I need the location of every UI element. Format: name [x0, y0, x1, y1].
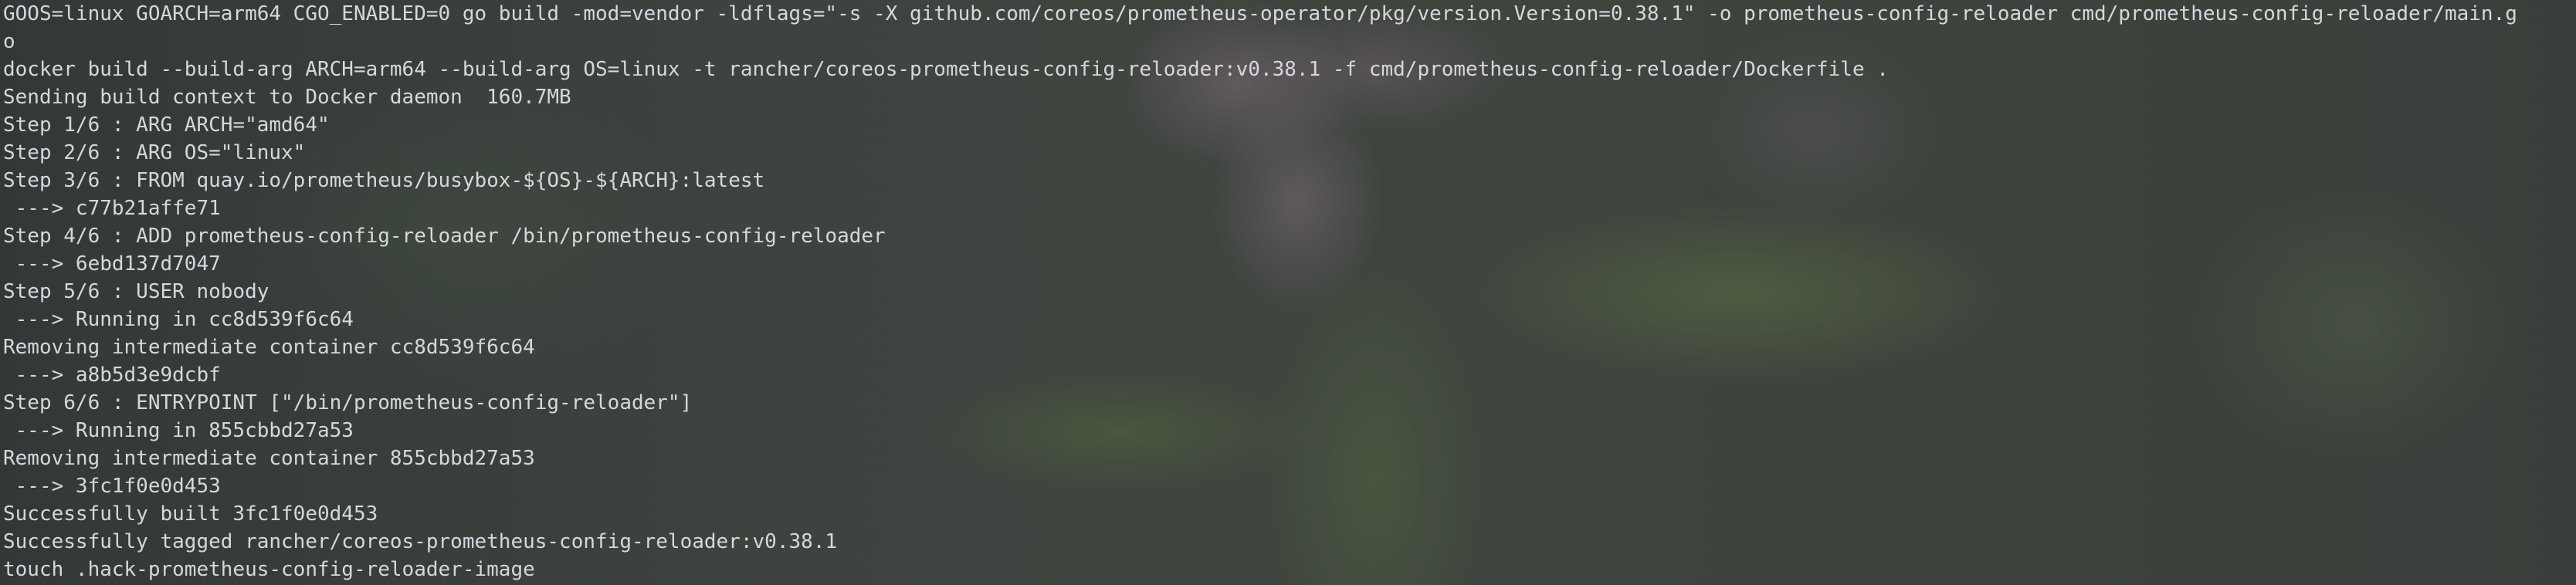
terminal-line: ---> Running in cc8d539f6c64 [3, 308, 354, 331]
terminal-line: Successfully built 3fc1f0e0d453 [3, 502, 378, 526]
terminal-line: ---> c77b21affe71 [3, 197, 221, 220]
terminal-line: Sending build context to Docker daemon 1… [3, 86, 571, 109]
terminal-line: ---> 6ebd137d7047 [3, 252, 221, 276]
terminal-line: ---> 3fc1f0e0d453 [3, 475, 221, 498]
terminal-line: o [3, 30, 15, 53]
terminal-line: GOOS=linux GOARCH=arm64 CGO_ENABLED=0 go… [3, 2, 2517, 25]
terminal-line: Step 6/6 : ENTRYPOINT ["/bin/prometheus-… [3, 391, 693, 414]
terminal-line: Removing intermediate container cc8d539f… [3, 336, 535, 359]
terminal-line: ---> Running in 855cbbd27a53 [3, 419, 354, 442]
terminal-line: docker build --build-arg ARCH=arm64 --bu… [3, 58, 1889, 81]
terminal-output[interactable]: GOOS=linux GOARCH=arm64 CGO_ENABLED=0 go… [0, 0, 2576, 583]
terminal-line: touch .hack-prometheus-config-reloader-i… [3, 558, 535, 581]
terminal-line: Successfully tagged rancher/coreos-prome… [3, 530, 838, 553]
terminal-line: ---> a8b5d3e9dcbf [3, 364, 221, 387]
terminal-line: Step 1/6 : ARG ARCH="amd64" [3, 113, 330, 137]
terminal-line: Step 4/6 : ADD prometheus-config-reloade… [3, 225, 886, 248]
terminal-line: Step 3/6 : FROM quay.io/prometheus/busyb… [3, 169, 765, 192]
terminal-line: Step 2/6 : ARG OS="linux" [3, 141, 306, 164]
terminal-line: Removing intermediate container 855cbbd2… [3, 447, 535, 470]
terminal-window[interactable]: GOOS=linux GOARCH=arm64 CGO_ENABLED=0 go… [0, 0, 2576, 585]
terminal-line: Step 5/6 : USER nobody [3, 280, 269, 303]
